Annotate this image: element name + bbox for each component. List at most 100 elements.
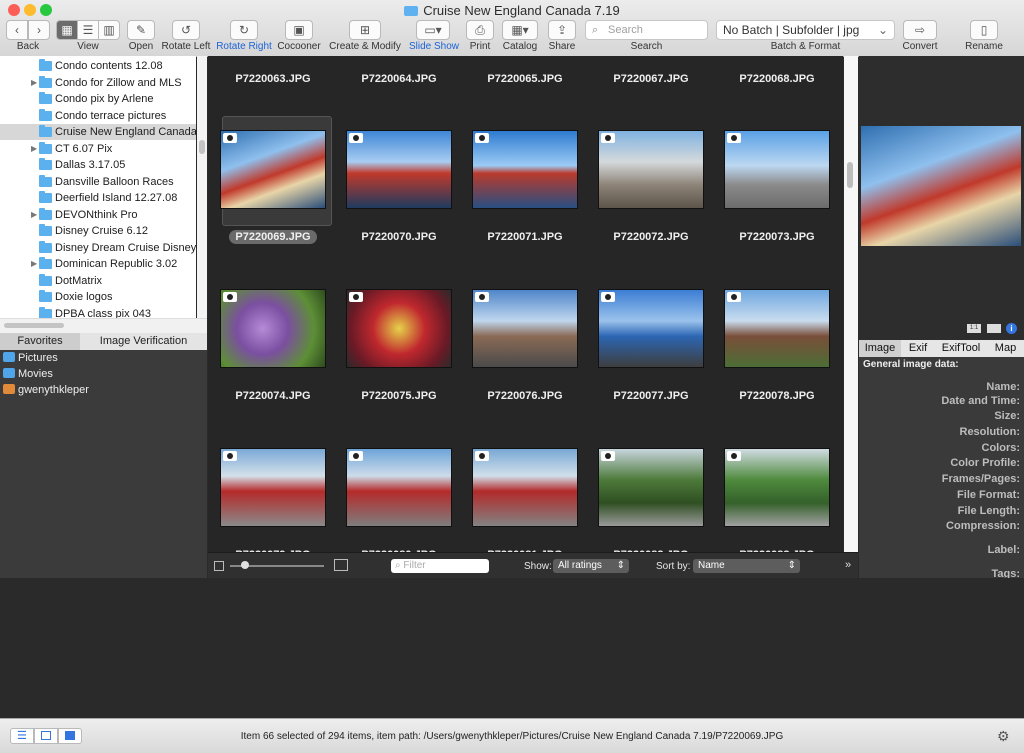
share-button[interactable]: ⇪ <box>548 20 576 40</box>
scrollbar-knob[interactable] <box>4 323 64 328</box>
gear-icon[interactable]: ⚙ <box>997 728 1010 745</box>
camera-icon <box>475 133 489 143</box>
rotate-right-button[interactable]: ↻ <box>230 20 258 40</box>
folder-item[interactable]: Doxie logos <box>0 289 196 305</box>
camera-icon <box>475 292 489 302</box>
tab-exif[interactable]: Exif <box>901 340 935 357</box>
thumbnail-image[interactable] <box>472 130 578 209</box>
folder-item[interactable]: ▶ CT 6.07 Pix <box>0 141 196 157</box>
thumbnail-label-text: P7220077.JPG <box>613 390 689 402</box>
folder-label: Condo pix by Arlene <box>55 93 154 105</box>
favorite-item[interactable]: Pictures <box>3 350 58 366</box>
rename-button[interactable]: ▯ <box>970 20 998 40</box>
double-chevron-right-icon[interactable]: » <box>845 559 851 571</box>
folder-item[interactable]: Disney Dream Cruise Disney <box>0 240 196 256</box>
inspector-tabbar: Image Exif ExifTool Map <box>859 340 1024 358</box>
disclosure-triangle-icon[interactable]: ▶ <box>31 75 37 91</box>
folder-item[interactable]: Cruise New England Canada 7.19 <box>0 124 196 140</box>
thumbnail-label: P7220078.JPG <box>714 390 840 402</box>
scrollbar-knob[interactable] <box>847 162 853 188</box>
thumbnail-label: P7220063.JPG <box>235 73 311 85</box>
thumbnail-label: P7220075.JPG <box>336 390 462 402</box>
folder-item[interactable]: DPBA class pix 043 <box>0 306 196 318</box>
slider-knob[interactable] <box>241 561 249 569</box>
disclosure-triangle-icon[interactable]: ▶ <box>31 207 37 223</box>
folder-tree-vertical-scrollbar[interactable] <box>197 56 207 318</box>
print-button[interactable]: ⎙ <box>466 20 494 40</box>
view-grid-button[interactable]: ▦ <box>56 20 78 40</box>
convert-button[interactable]: ⇨ <box>903 20 937 40</box>
thumbnail-image[interactable] <box>220 289 326 368</box>
image-icon[interactable] <box>987 324 1001 333</box>
thumbnail-image[interactable] <box>598 130 704 209</box>
rotate-left-button[interactable]: ↺ <box>172 20 200 40</box>
thumbnail-image[interactable] <box>220 130 326 209</box>
forward-button[interactable]: › <box>28 20 50 40</box>
folder-icon <box>39 158 52 170</box>
folder-item[interactable]: DotMatrix <box>0 273 196 289</box>
back-button[interactable]: ‹ <box>6 20 28 40</box>
folder-item[interactable]: Condo contents 12.08 <box>0 58 196 74</box>
folder-item[interactable]: ▶ DEVONthink Pro <box>0 207 196 223</box>
folder-icon <box>39 125 52 137</box>
open-button[interactable]: ✎ <box>127 20 155 40</box>
view-list-button[interactable]: ☰ <box>77 20 99 40</box>
camera-icon <box>601 292 615 302</box>
thumbnail-image[interactable] <box>472 448 578 527</box>
small-thumbnail-icon[interactable] <box>214 561 224 571</box>
folder-tree-horizontal-scrollbar[interactable] <box>0 318 207 333</box>
tab-image[interactable]: Image <box>859 340 901 357</box>
disclosure-triangle-icon[interactable]: ▶ <box>31 141 37 157</box>
folder-item[interactable]: Condo terrace pictures <box>0 108 196 124</box>
folder-label: Dominican Republic 3.02 <box>55 258 178 270</box>
thumbnail-image[interactable] <box>346 448 452 527</box>
thumbnail-label: P7220064.JPG <box>361 73 437 85</box>
rating-filter-dropdown[interactable]: All ratings ⇕ <box>553 559 629 573</box>
favorite-item[interactable]: Movies <box>3 366 53 382</box>
view-filmstrip-button[interactable]: ▥ <box>98 20 120 40</box>
cocooner-button[interactable]: ▣ <box>285 20 313 40</box>
status-text: Item 66 selected of 294 items, item path… <box>240 731 784 742</box>
thumbnail-image[interactable] <box>724 289 830 368</box>
thumbnail-image[interactable] <box>598 289 704 368</box>
folder-item[interactable]: Condo pix by Arlene <box>0 91 196 107</box>
folder-item[interactable]: Dansville Balloon Races <box>0 174 196 190</box>
slide-show-button[interactable]: ▭▾ <box>416 20 450 40</box>
share-label: Share <box>548 41 576 52</box>
favorite-item[interactable]: gwenythkleper <box>3 382 89 398</box>
size-toggle-icon[interactable]: 1:1 <box>967 324 981 333</box>
tab-map[interactable]: Map <box>987 340 1024 357</box>
thumbnail-image[interactable] <box>724 130 830 209</box>
folder-item[interactable]: ▶ Dominican Republic 3.02 <box>0 256 196 272</box>
folder-item[interactable]: ▶ Condo for Zillow and MLS <box>0 75 196 91</box>
thumbnail-label: P7220070.JPG <box>336 231 462 243</box>
camera-icon <box>727 292 741 302</box>
folder-item[interactable]: Disney Cruise 6.12 <box>0 223 196 239</box>
thumbnail-image[interactable] <box>346 289 452 368</box>
thumbnail-image[interactable] <box>472 289 578 368</box>
folder-item[interactable]: Dallas 3.17.05 <box>0 157 196 173</box>
batch-dropdown[interactable]: No Batch | Subfolder | jpg ⌄ <box>716 20 895 40</box>
tab-favorites[interactable]: Favorites <box>0 333 80 350</box>
thumbnail-image[interactable] <box>346 130 452 209</box>
search-input[interactable]: ⌕ Search <box>585 20 708 40</box>
cocooner-label: Cocooner <box>277 41 321 52</box>
folder-item[interactable]: Deerfield Island 12.27.08 <box>0 190 196 206</box>
rename-icon: ▯ <box>980 23 988 37</box>
grid-scrollbar[interactable] <box>844 56 858 552</box>
info-icon[interactable]: i <box>1006 323 1017 334</box>
create-modify-button[interactable]: ⊞ <box>349 20 381 40</box>
tab-exiftool[interactable]: ExifTool <box>935 340 987 357</box>
catalog-button[interactable]: ▦▾ <box>502 20 538 40</box>
folder-icon <box>39 207 52 220</box>
disclosure-triangle-icon[interactable]: ▶ <box>31 256 37 272</box>
thumbnail-image[interactable] <box>724 448 830 527</box>
scrollbar-knob[interactable] <box>199 140 205 154</box>
filter-input[interactable]: ⌕ Filter <box>391 559 489 573</box>
tab-image-verification[interactable]: Image Verification <box>80 333 207 350</box>
camera-icon <box>223 133 237 143</box>
thumbnail-image[interactable] <box>220 448 326 527</box>
thumbnail-image[interactable] <box>598 448 704 527</box>
sort-dropdown[interactable]: Name ⇕ <box>693 559 800 573</box>
large-thumbnail-icon[interactable] <box>334 559 348 571</box>
